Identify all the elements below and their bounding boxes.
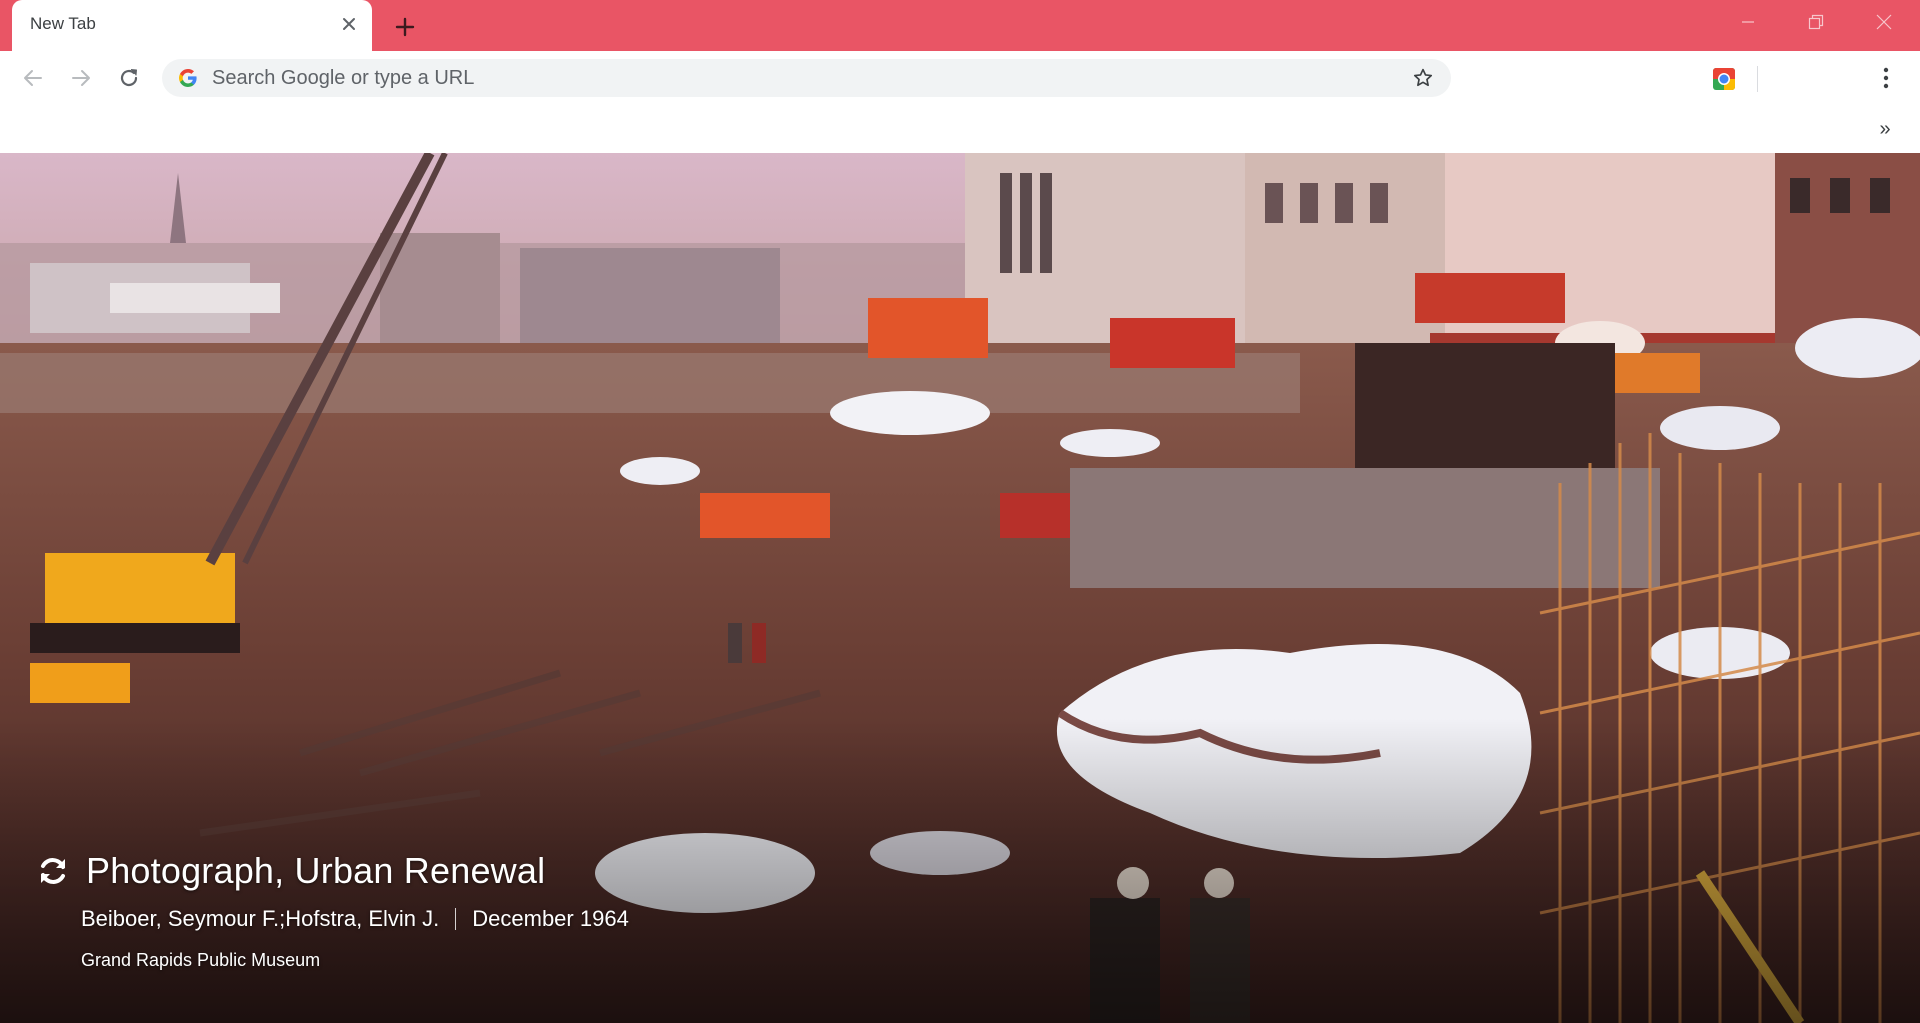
extension-icon[interactable] [1712,67,1736,91]
reload-icon[interactable] [110,59,148,97]
arrow-left-icon[interactable] [14,59,52,97]
refresh-icon[interactable] [36,854,70,888]
google-g-icon [178,68,198,88]
attribution-title[interactable]: Photograph, Urban Renewal [86,850,545,892]
tab-new-tab[interactable]: New Tab [12,0,372,51]
attribution-date: December 1964 [472,906,629,931]
tab-strip: New Tab [0,0,1920,51]
toolbar-separator [1757,66,1758,92]
toolbar [0,51,1920,105]
minimize-icon[interactable] [1714,0,1782,44]
kebab-menu-icon[interactable] [1872,59,1900,97]
bookmarks-bar: » [0,105,1920,153]
attribution-divider [455,908,457,930]
close-icon[interactable] [338,13,360,35]
new-tab-page: Photograph, Urban Renewal Beiboer, Seymo… [0,153,1920,1023]
arrow-right-icon[interactable] [62,59,100,97]
omnibox[interactable] [162,59,1451,97]
window-close-icon[interactable] [1850,0,1918,44]
plus-icon[interactable] [388,10,422,44]
bookmarks-overflow-button[interactable]: » [1870,115,1900,143]
search-input[interactable] [212,59,1362,97]
attribution-author: Beiboer, Seymour F.;Hofstra, Elvin J. [81,906,440,931]
tab-title: New Tab [30,14,96,33]
star-icon[interactable] [1411,66,1435,90]
attribution-source: Grand Rapids Public Museum [81,950,321,970]
background-attribution: Photograph, Urban Renewal Beiboer, Seymo… [36,850,629,971]
restore-icon[interactable] [1782,0,1850,44]
